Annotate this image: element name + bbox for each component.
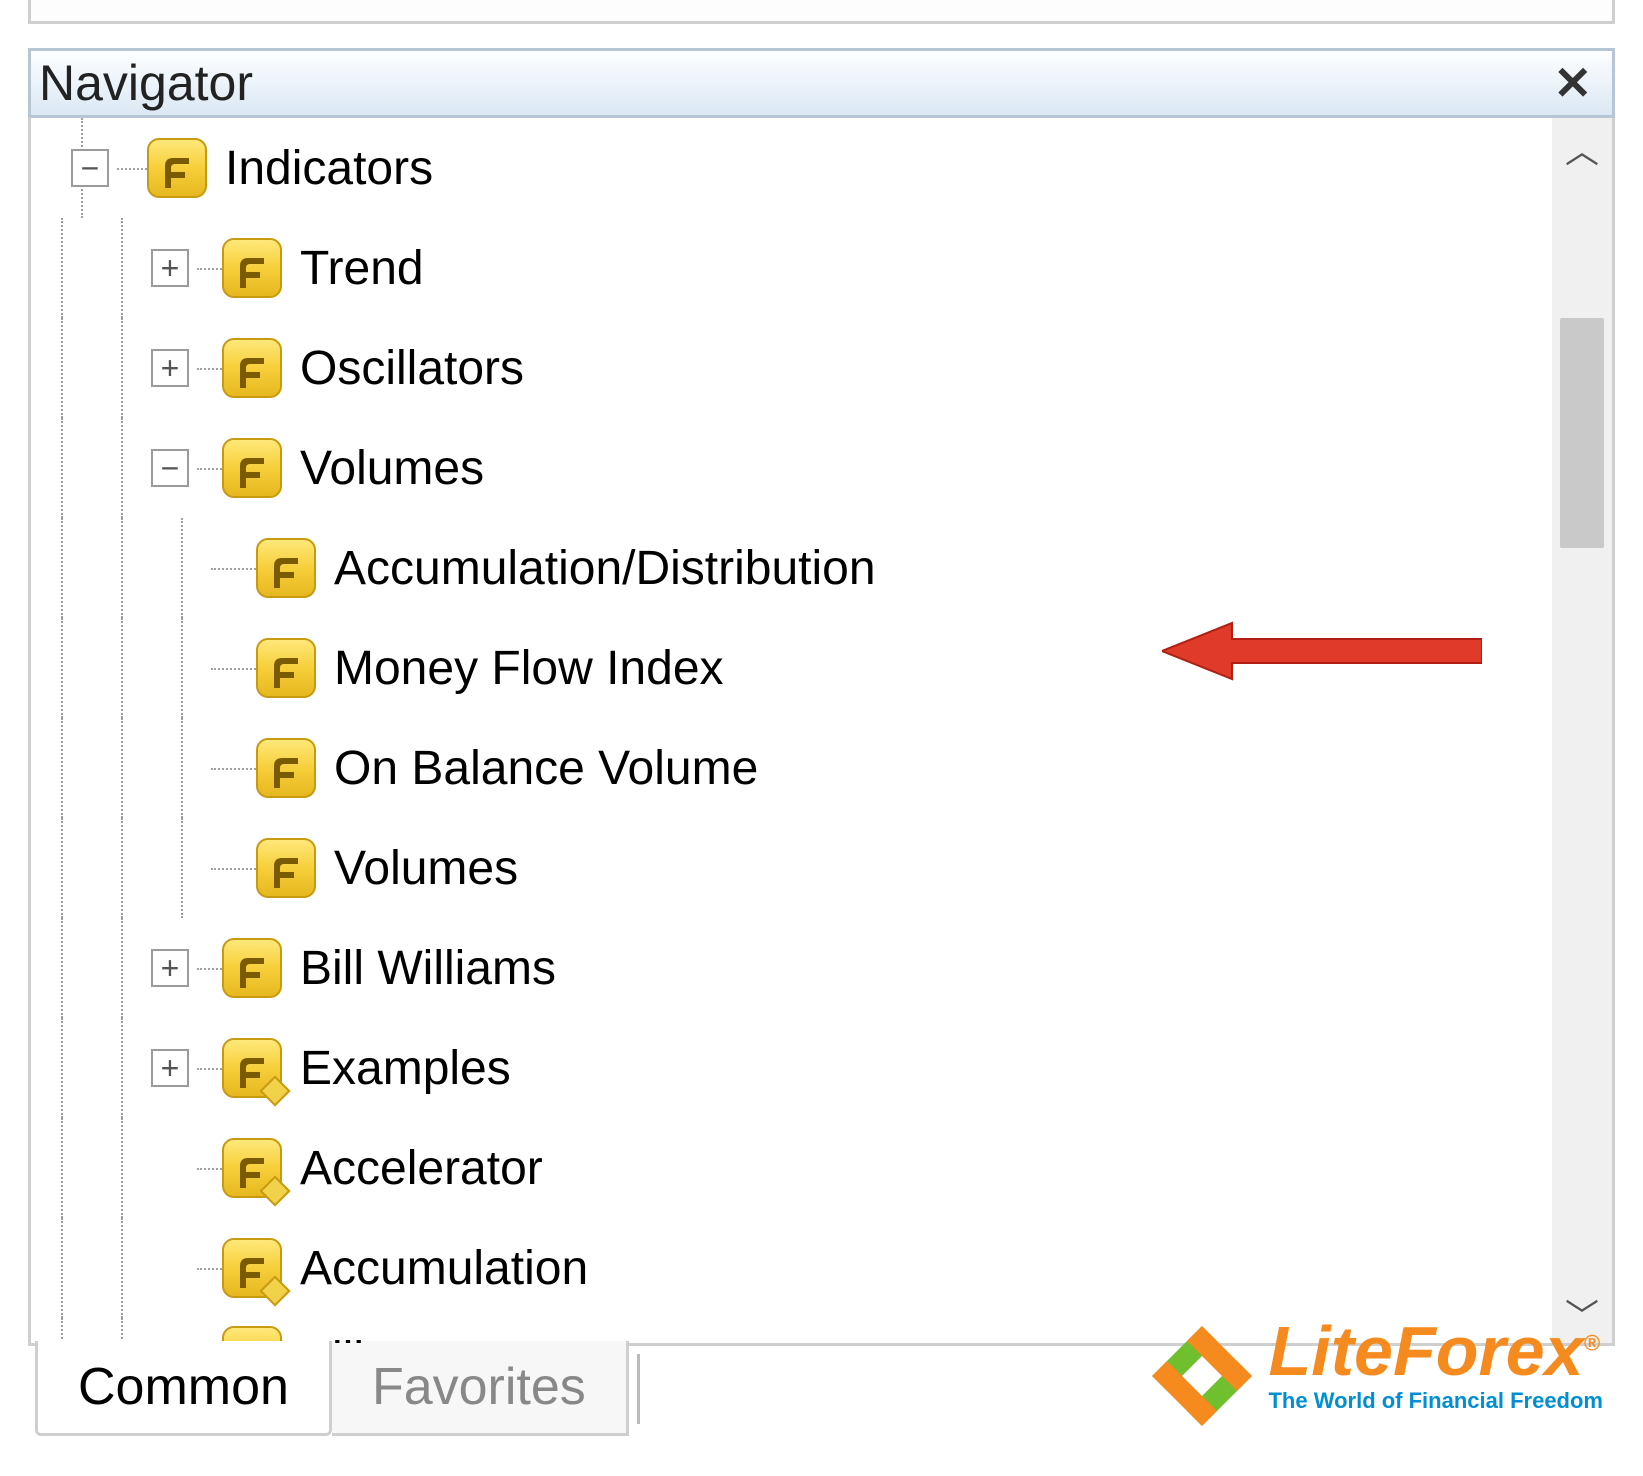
tree-item-mfi[interactable]: Money Flow Index: [31, 618, 1552, 718]
tree-label: Indicators: [225, 141, 433, 196]
tree-item-accelerator[interactable]: Accelerator: [31, 1118, 1552, 1218]
tree-label: Bill Williams: [300, 941, 556, 996]
indicator-tree[interactable]: − Indicators + Trend: [31, 118, 1552, 1343]
tab-common[interactable]: Common: [35, 1341, 332, 1436]
tree-label: Money Flow Index: [334, 641, 724, 696]
tree-label: Accelerator: [300, 1141, 543, 1196]
tab-label: Common: [78, 1357, 289, 1417]
collapse-icon[interactable]: −: [151, 449, 189, 487]
folder-icon: [222, 938, 282, 998]
tree-label: On Balance Volume: [334, 741, 758, 796]
close-icon[interactable]: ✕: [1547, 56, 1598, 110]
tree-item-trend[interactable]: + Trend: [31, 218, 1552, 318]
indicator-icon: [222, 1238, 282, 1298]
expand-icon[interactable]: +: [151, 349, 189, 387]
expand-icon[interactable]: +: [151, 1049, 189, 1087]
tab-label: Favorites: [372, 1357, 586, 1417]
folder-icon: [222, 238, 282, 298]
scroll-track[interactable]: [1552, 178, 1612, 1283]
indicator-icon: [256, 838, 316, 898]
vertical-scrollbar[interactable]: ︿ ﹀: [1552, 118, 1612, 1343]
indicator-icon: [256, 538, 316, 598]
tree-item-volumes-leaf[interactable]: Volumes: [31, 818, 1552, 918]
folder-icon: [222, 438, 282, 498]
tab-favorites[interactable]: Favorites: [332, 1341, 629, 1436]
tree-item-bill-williams[interactable]: + Bill Williams: [31, 918, 1552, 1018]
logo-tagline: The World of Financial Freedom: [1268, 1390, 1603, 1412]
top-divider-bar: [28, 0, 1615, 24]
tree-item-accumulation[interactable]: Accumulation: [31, 1218, 1552, 1318]
folder-icon: [147, 138, 207, 198]
folder-icon: [222, 1038, 282, 1098]
indicator-icon: [256, 638, 316, 698]
tree-item-accum-dist[interactable]: Accumulation/Distribution: [31, 518, 1552, 618]
folder-icon: [222, 338, 282, 398]
logo-mark-icon: [1142, 1316, 1262, 1436]
indicator-icon: [256, 738, 316, 798]
tree-item-volumes[interactable]: − Volumes: [31, 418, 1552, 518]
expand-icon[interactable]: +: [151, 249, 189, 287]
scroll-up-icon[interactable]: ︿: [1552, 118, 1612, 178]
panel-title: Navigator: [39, 54, 253, 112]
expand-icon[interactable]: +: [151, 949, 189, 987]
tree-item-examples[interactable]: + Examples: [31, 1018, 1552, 1118]
tree-item-indicators[interactable]: − Indicators: [31, 118, 1552, 218]
tree-item-oscillators[interactable]: + Oscillators: [31, 318, 1552, 418]
scroll-thumb[interactable]: [1560, 318, 1604, 548]
tab-separator: [637, 1354, 640, 1424]
tree-label: Volumes: [334, 841, 518, 896]
tree-label: Examples: [300, 1041, 511, 1096]
tree-item-obv[interactable]: On Balance Volume: [31, 718, 1552, 818]
navigator-panel: Navigator ✕ − Indicators +: [28, 48, 1615, 1346]
tree-label: Oscillators: [300, 341, 524, 396]
tree-label: Volumes: [300, 441, 484, 496]
logo-brand: LiteForex®: [1268, 1316, 1603, 1386]
liteforex-logo: LiteForex® The World of Financial Freedo…: [1142, 1316, 1603, 1436]
tree-label: Accumulation: [300, 1241, 588, 1296]
tree-label: Accumulation/Distribution: [334, 541, 876, 596]
panel-titlebar[interactable]: Navigator ✕: [28, 48, 1615, 118]
panel-tabs: Common Favorites: [35, 1341, 640, 1436]
indicator-icon: [222, 1138, 282, 1198]
tree-label: Trend: [300, 241, 424, 296]
collapse-icon[interactable]: −: [71, 149, 109, 187]
